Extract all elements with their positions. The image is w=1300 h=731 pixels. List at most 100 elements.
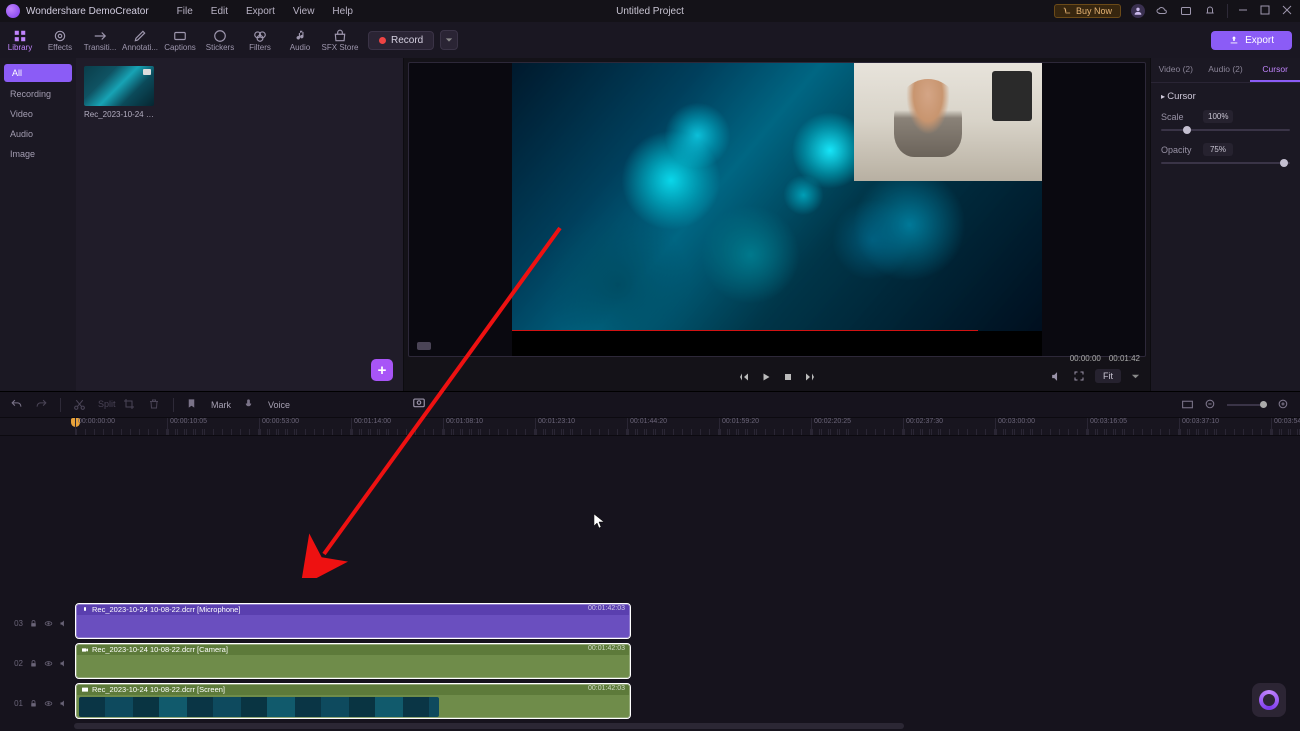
ruler-tick: 00:01:23:10 — [535, 418, 575, 435]
media-clip[interactable]: Rec_2023-10-24 10... — [84, 66, 154, 119]
tab-library[interactable]: Library — [0, 22, 40, 58]
ruler-tick: 00:00:53:00 — [259, 418, 299, 435]
project-title: Untitled Project — [616, 6, 684, 17]
fit-dropdown[interactable]: Fit — [1095, 369, 1121, 383]
export-button[interactable]: Export — [1211, 31, 1292, 50]
track-row-camera: 02 Rec_2023-10-24 10-08-22.dcrr [Camera]… — [0, 644, 1300, 682]
buy-now-button[interactable]: Buy Now — [1054, 4, 1121, 18]
export-icon — [1229, 35, 1239, 45]
mute-icon[interactable] — [59, 699, 68, 708]
scale-slider[interactable] — [1161, 129, 1290, 131]
buy-now-label: Buy Now — [1076, 6, 1112, 16]
tab-sfx-store[interactable]: SFX Store — [320, 22, 360, 58]
titlebar: Wondershare DemoCreator File Edit Export… — [0, 0, 1300, 22]
mute-icon[interactable] — [59, 619, 68, 628]
undo-button[interactable] — [10, 398, 23, 411]
bell-icon[interactable] — [1203, 4, 1217, 18]
preview-viewport[interactable] — [408, 62, 1146, 357]
lock-icon[interactable] — [29, 659, 38, 668]
tracks-area[interactable]: 03 Rec_2023-10-24 10-08-22.dcrr [Microph… — [0, 436, 1300, 731]
prev-frame-button[interactable] — [738, 371, 750, 383]
webcam-overlay — [854, 62, 1042, 181]
cat-video[interactable]: Video — [0, 104, 76, 124]
eye-icon[interactable] — [44, 619, 53, 628]
record-dropdown[interactable] — [440, 30, 458, 50]
tab-audio[interactable]: Audio — [280, 22, 320, 58]
cloud-icon[interactable] — [1155, 4, 1169, 18]
zoom-in-button[interactable] — [1277, 398, 1290, 411]
eye-icon[interactable] — [44, 659, 53, 668]
main-menu: File Edit Export View Help — [177, 6, 353, 17]
close-icon[interactable] — [1282, 5, 1294, 17]
pip-toggle-icon[interactable] — [417, 342, 431, 350]
ruler-tick: 00:00:10:05 — [167, 418, 207, 435]
next-frame-button[interactable] — [804, 371, 816, 383]
scale-value[interactable]: 100% — [1203, 110, 1233, 123]
ruler-tick: 00:00:00:00 — [75, 418, 115, 435]
opacity-slider[interactable] — [1161, 162, 1290, 164]
timeline-scrollbar[interactable] — [74, 723, 904, 729]
account-icon[interactable] — [1131, 4, 1145, 18]
fullscreen-icon[interactable] — [1073, 370, 1085, 382]
scale-label: Scale — [1161, 112, 1197, 122]
menu-view[interactable]: View — [293, 6, 315, 17]
track-clip-screen[interactable]: Rec_2023-10-24 10-08-22.dcrr [Screen] 00… — [76, 684, 630, 718]
thumbnails-toggle-icon[interactable] — [1181, 398, 1194, 411]
library-tabs: Library Effects Transiti... Annotati... … — [0, 22, 360, 58]
play-button[interactable] — [760, 371, 772, 383]
cat-audio[interactable]: Audio — [0, 124, 76, 144]
menu-export[interactable]: Export — [246, 6, 275, 17]
crop-button[interactable] — [123, 398, 136, 411]
volume-icon[interactable] — [1050, 370, 1063, 383]
message-icon[interactable] — [1179, 4, 1193, 18]
mark-label[interactable]: Mark — [211, 400, 231, 410]
record-button[interactable]: Record — [368, 31, 434, 50]
properties-panel: Video (2) Audio (2) Cursor Cursor Scale … — [1150, 58, 1300, 391]
cut-button[interactable] — [73, 398, 86, 411]
cat-all[interactable]: All — [4, 64, 72, 82]
ruler-tick: 00:02:37:30 — [903, 418, 943, 435]
lock-icon[interactable] — [29, 699, 38, 708]
timeline-ruler[interactable]: 00:00:00:0000:00:10:0500:00:53:0000:01:1… — [0, 418, 1300, 436]
zoom-out-button[interactable] — [1204, 398, 1217, 411]
cat-recording[interactable]: Recording — [0, 84, 76, 104]
redo-button[interactable] — [35, 398, 48, 411]
eye-icon[interactable] — [44, 699, 53, 708]
voice-icon[interactable] — [243, 398, 256, 411]
split-button[interactable]: Split — [98, 398, 111, 411]
tab-captions[interactable]: Captions — [160, 22, 200, 58]
maximize-icon[interactable] — [1260, 5, 1272, 17]
fit-chevron-icon[interactable] — [1131, 372, 1140, 381]
voice-label[interactable]: Voice — [268, 400, 290, 410]
tab-stickers[interactable]: Stickers — [200, 22, 240, 58]
tab-filters[interactable]: Filters — [240, 22, 280, 58]
track-clip-camera[interactable]: Rec_2023-10-24 10-08-22.dcrr [Camera] 00… — [76, 644, 630, 678]
ptab-video[interactable]: Video (2) — [1151, 58, 1201, 82]
snapshot-button[interactable] — [412, 395, 426, 409]
track-row-screen: 01 Rec_2023-10-24 10-08-22.dcrr [Screen]… — [0, 684, 1300, 722]
ruler-tick: 00:01:08:10 — [443, 418, 483, 435]
clip-thumbnail — [84, 66, 154, 106]
ptab-audio[interactable]: Audio (2) — [1201, 58, 1251, 82]
menu-file[interactable]: File — [177, 6, 193, 17]
tool-row: Library Effects Transiti... Annotati... … — [0, 22, 1300, 58]
tab-annotations[interactable]: Annotati... — [120, 22, 160, 58]
opacity-value[interactable]: 75% — [1203, 143, 1233, 156]
minimize-icon[interactable] — [1238, 5, 1250, 17]
delete-button[interactable] — [148, 398, 161, 411]
zoom-slider[interactable] — [1227, 404, 1267, 406]
tab-transitions[interactable]: Transiti... — [80, 22, 120, 58]
mark-icon[interactable] — [186, 398, 199, 411]
tab-effects[interactable]: Effects — [40, 22, 80, 58]
menu-edit[interactable]: Edit — [211, 6, 228, 17]
track-clip-microphone[interactable]: Rec_2023-10-24 10-08-22.dcrr [Microphone… — [76, 604, 630, 638]
menu-help[interactable]: Help — [332, 6, 353, 17]
playback-controls — [738, 371, 816, 383]
media-bin[interactable]: Rec_2023-10-24 10... + — [76, 58, 403, 391]
cat-image[interactable]: Image — [0, 144, 76, 164]
lock-icon[interactable] — [29, 619, 38, 628]
add-media-button[interactable]: + — [371, 359, 393, 381]
stop-button[interactable] — [782, 371, 794, 383]
mute-icon[interactable] — [59, 659, 68, 668]
ptab-cursor[interactable]: Cursor — [1250, 58, 1300, 82]
